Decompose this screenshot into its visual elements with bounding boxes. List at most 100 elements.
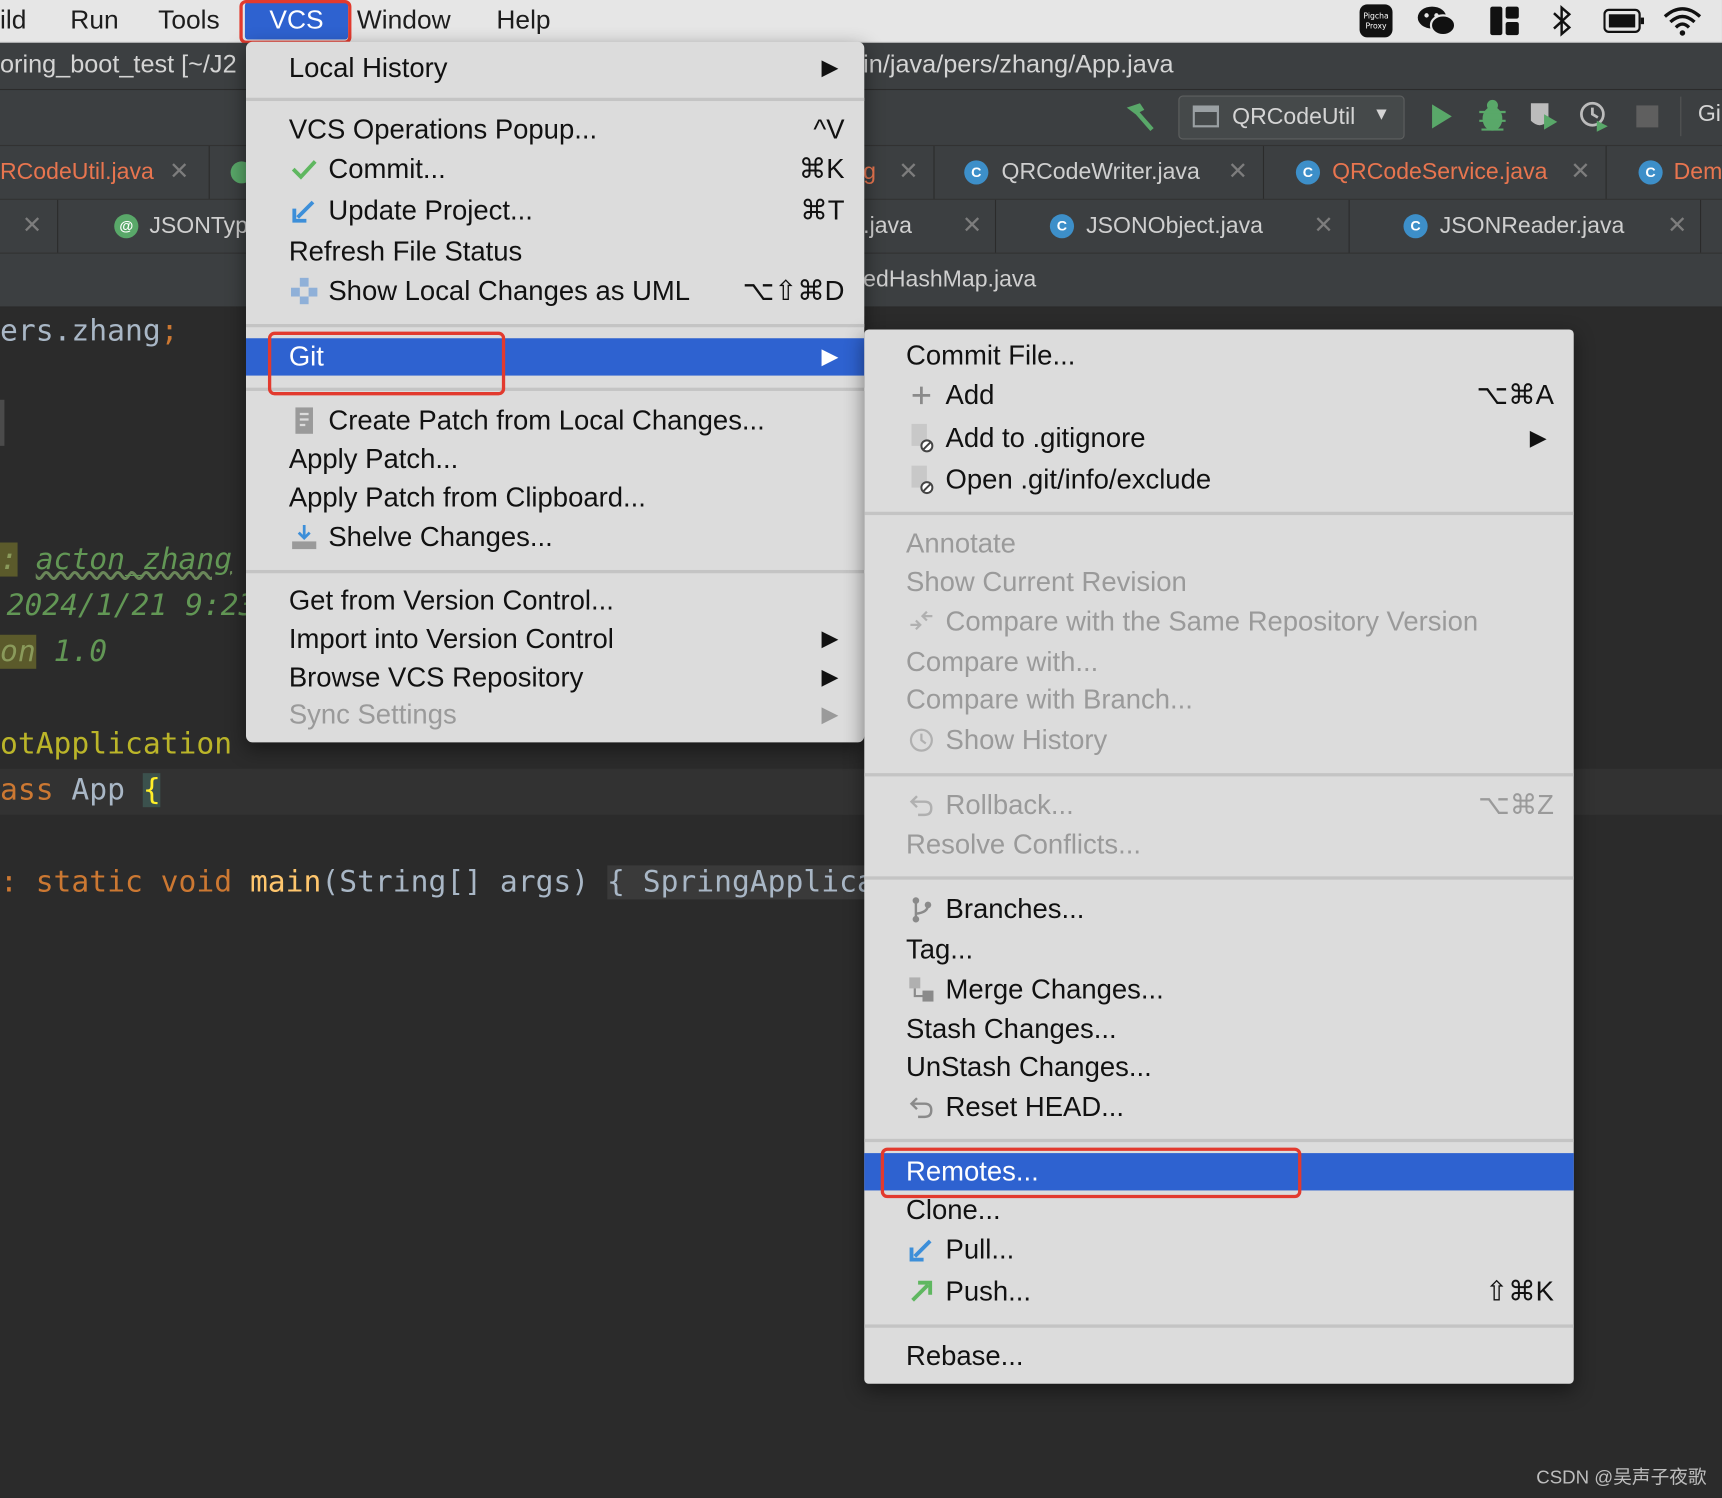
close-icon[interactable]: ✕ (898, 157, 918, 186)
build-hammer-icon[interactable] (1120, 99, 1157, 142)
commit-check-icon (290, 150, 319, 187)
stop-icon[interactable] (1636, 105, 1659, 128)
tab-jsontype[interactable]: JSONTyp (149, 213, 248, 239)
profiler-icon[interactable] (1577, 99, 1612, 140)
menu-item-get-from-vcs[interactable]: Get from Version Control... (289, 582, 614, 619)
tab-divider (57, 199, 59, 253)
tab-jsonreader[interactable]: JSONReader.java (1440, 213, 1625, 239)
menu-item-add[interactable]: Add (946, 377, 995, 414)
battery-icon[interactable] (1603, 3, 1645, 38)
close-icon[interactable]: ✕ (1570, 157, 1590, 186)
tab-qrcodeservice[interactable]: QRCodeService.java (1332, 159, 1547, 185)
coverage-icon[interactable] (1526, 99, 1561, 140)
tab-qrcodeutil[interactable]: RCodeUtil.java (0, 159, 154, 185)
screen: ild Run Tools VCS Window Help Pigcha Prox… (0, 0, 1722, 1498)
tab-jsonobject[interactable]: JSONObject.java (1086, 213, 1263, 239)
wifi-icon[interactable] (1660, 3, 1704, 38)
menu-item-commit[interactable]: Commit... (328, 150, 445, 187)
menu-item-rollback: Rollback... (945, 789, 1074, 821)
javadoc-version: 1.0 (53, 634, 108, 669)
shortcut-label: ⌘K (798, 153, 845, 185)
push-arrow-icon (907, 1273, 936, 1310)
uml-icon (290, 272, 319, 309)
ignore-file-icon (907, 420, 936, 457)
close-icon[interactable]: ✕ (22, 211, 42, 240)
menu-run[interactable]: Run (70, 4, 118, 37)
class-c-icon: C (1403, 214, 1428, 239)
layout-icon[interactable] (1487, 3, 1522, 38)
menu-item-annotate: Annotate (906, 528, 1016, 559)
menu-item-apply-patch[interactable]: Apply Patch... (289, 440, 458, 477)
annotation-at-icon: @ (114, 214, 139, 239)
menu-item-add-to-gitignore[interactable]: Add to .gitignore (946, 420, 1146, 457)
menu-item-shelve-changes[interactable]: Shelve Changes... (328, 518, 552, 555)
menu-window[interactable]: Window (357, 4, 451, 37)
tab-demo[interactable]: Dem (1674, 159, 1722, 185)
menu-item-refresh-file-status[interactable]: Refresh File Status (289, 233, 522, 270)
code-author-line: : acton_zhang (0, 542, 232, 577)
code-class-line: ass App { (0, 773, 161, 807)
shortcut-label: ⌥⌘A (1476, 379, 1554, 411)
svg-text:Pigcha: Pigcha (1363, 12, 1388, 21)
submenu-arrow-icon: ▶ (1529, 426, 1547, 451)
menu-item-merge-changes[interactable]: Merge Changes... (946, 971, 1164, 1008)
tab-hidden-g[interactable]: g (863, 159, 876, 185)
menu-tools[interactable]: Tools (158, 4, 220, 37)
menu-item-import-into-vcs[interactable]: Import into Version Control (289, 620, 614, 657)
menu-item-show-local-changes-uml[interactable]: Show Local Changes as UML (328, 272, 690, 309)
menu-item-create-patch[interactable]: Create Patch from Local Changes... (328, 402, 764, 439)
menu-item-compare-same-repo-version: Compare with the Same Repository Version (945, 606, 1479, 637)
class-c-icon: C (1049, 214, 1075, 239)
close-icon[interactable]: ✕ (1313, 211, 1333, 240)
class-name: App (71, 773, 126, 808)
javadoc-author-tag: : (0, 542, 18, 577)
menu-separator (864, 1138, 1574, 1143)
tab-hidden-java[interactable]: .java (863, 213, 912, 239)
menu-item-pull[interactable]: Pull... (946, 1231, 1015, 1268)
run-config-dropdown[interactable]: QRCodeUtil ▼ (1178, 95, 1405, 140)
patch-icon (290, 402, 319, 439)
close-icon[interactable]: ✕ (1228, 157, 1248, 186)
menu-item-tag[interactable]: Tag... (906, 931, 973, 968)
tab-divider (1348, 199, 1350, 253)
menu-item-commit-file[interactable]: Commit File... (906, 337, 1075, 374)
menu-item-reset-head[interactable]: Reset HEAD... (946, 1088, 1125, 1125)
menu-separator (245, 569, 865, 574)
bluetooth-icon[interactable] (1546, 3, 1577, 38)
menu-item-apply-patch-clipboard[interactable]: Apply Patch from Clipboard... (289, 479, 646, 516)
menu-item-push[interactable]: Push... (946, 1273, 1031, 1310)
menu-item-compare-with-branch: Compare with Branch... (906, 684, 1193, 715)
menu-build[interactable]: ild (0, 4, 26, 37)
menu-item-open-git-info-exclude[interactable]: Open .git/info/exclude (946, 461, 1212, 498)
menu-item-sync-settings: Sync Settings (288, 699, 457, 731)
run-play-icon[interactable] (1428, 101, 1457, 137)
tab-qrcodewriter[interactable]: QRCodeWriter.java (1002, 159, 1200, 185)
close-icon[interactable]: ✕ (1667, 211, 1687, 240)
breadcrumb-file[interactable]: edHashMap.java (863, 267, 1036, 293)
git-submenu: Commit File... Add ⌥⌘A Add to .gitignore… (864, 329, 1574, 1384)
pigcha-proxy-icon[interactable]: Pigcha Proxy (1357, 3, 1394, 38)
menu-item-local-history[interactable]: Local History (289, 49, 448, 86)
config-window-icon (1192, 105, 1220, 128)
wechat-icon[interactable] (1414, 3, 1458, 38)
tab-divider (208, 146, 210, 199)
menu-item-rebase[interactable]: Rebase... (906, 1338, 1024, 1375)
chevron-down-icon: ▼ (1372, 105, 1391, 125)
close-icon[interactable]: ✕ (962, 211, 982, 240)
open-brace: { (142, 773, 161, 808)
class-c-icon: C (1638, 160, 1663, 185)
menu-item-branches[interactable]: Branches... (946, 891, 1085, 928)
menu-item-vcs-operations-popup[interactable]: VCS Operations Popup... (289, 111, 597, 148)
submenu-arrow-icon: ▶ (821, 702, 839, 728)
menu-help[interactable]: Help (496, 4, 550, 37)
menu-item-browse-vcs-repository[interactable]: Browse VCS Repository (289, 659, 583, 696)
tab-divider (1605, 146, 1607, 199)
semicolon: ; (160, 314, 179, 349)
menu-item-unstash-changes[interactable]: UnStash Changes... (906, 1049, 1152, 1086)
menu-item-update-project[interactable]: Update Project... (328, 192, 533, 229)
code-main-line: : static void main(String[] args) { Spri… (0, 865, 982, 900)
git-toolbar-label[interactable]: Gi (1698, 101, 1721, 127)
menu-item-stash-changes[interactable]: Stash Changes... (906, 1010, 1117, 1047)
debug-bug-icon[interactable] (1476, 99, 1509, 140)
close-icon[interactable]: ✕ (169, 157, 189, 186)
